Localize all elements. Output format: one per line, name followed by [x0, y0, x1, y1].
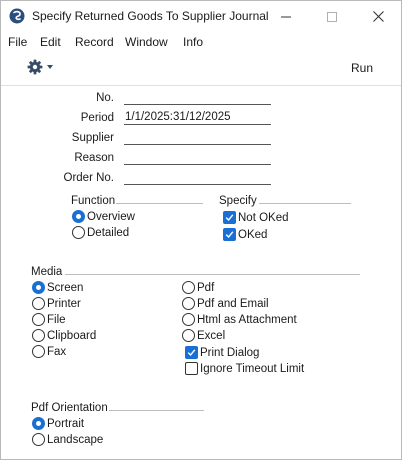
period-label: Period — [80, 112, 114, 124]
toolbar — [1, 54, 401, 84]
period-field[interactable]: 1/1/2025:31/12/2025 — [124, 111, 271, 125]
media-html-attachment-label: Html as Attachment — [197, 314, 297, 326]
orientation-landscape-label: Landscape — [47, 434, 104, 446]
reason-field[interactable] — [124, 151, 271, 165]
media-printer-radio[interactable] — [32, 297, 45, 310]
media-pdf-radio[interactable] — [182, 281, 195, 294]
ignore-timeout-label: Ignore Timeout Limit — [200, 363, 305, 375]
oked-label: OKed — [238, 229, 268, 241]
chevron-down-icon[interactable] — [47, 65, 53, 69]
not-oked-checkbox[interactable] — [223, 211, 236, 224]
function-overview-radio[interactable] — [72, 210, 85, 223]
menu-edit[interactable]: Edit — [40, 35, 61, 49]
media-screen-radio[interactable] — [32, 281, 45, 294]
checkmark-icon — [225, 214, 234, 222]
toolbar-divider — [1, 85, 401, 86]
minimize-icon — [281, 16, 291, 17]
media-fax-label: Fax — [47, 346, 67, 358]
function-detailed-label: Detailed — [87, 227, 130, 239]
menu-info[interactable]: Info — [183, 35, 203, 49]
function-detailed-radio[interactable] — [72, 226, 85, 239]
oked-checkbox[interactable] — [223, 228, 236, 241]
no-field[interactable] — [124, 91, 271, 105]
order-no-label: Order No. — [63, 172, 115, 184]
media-excel-radio[interactable] — [182, 329, 195, 342]
media-file-radio[interactable] — [32, 313, 45, 326]
print-dialog-label: Print Dialog — [200, 347, 260, 359]
menu-record[interactable]: Record — [75, 35, 114, 49]
media-pdf-email-label: Pdf and Email — [197, 298, 269, 310]
minimize-button[interactable] — [263, 1, 309, 32]
pdf-orientation-group-label: Pdf Orientation — [31, 402, 108, 414]
print-dialog-checkbox[interactable] — [185, 346, 198, 359]
menu-bar: File Edit Record Window Info — [1, 33, 401, 53]
media-clipboard-radio[interactable] — [32, 329, 45, 342]
supplier-field[interactable] — [124, 131, 271, 145]
media-group-label: Media — [31, 266, 63, 278]
gear-icon[interactable] — [27, 59, 43, 75]
pdf-orientation-group-divider — [109, 410, 204, 411]
reason-label: Reason — [74, 152, 114, 164]
media-file-label: File — [47, 314, 66, 326]
media-pdf-label: Pdf — [197, 282, 215, 294]
media-screen-label: Screen — [47, 282, 84, 294]
orientation-landscape-radio[interactable] — [32, 433, 45, 446]
media-group-divider — [65, 274, 360, 275]
close-icon — [372, 11, 384, 22]
app-logo-icon — [9, 8, 25, 24]
window-title: Specify Returned Goods To Supplier Journ… — [32, 9, 269, 23]
checkmark-icon — [187, 349, 196, 357]
no-label: No. — [96, 92, 114, 104]
function-overview-label: Overview — [87, 211, 135, 223]
menu-window[interactable]: Window — [125, 35, 168, 49]
order-no-field[interactable] — [124, 171, 271, 185]
not-oked-label: Not OKed — [238, 212, 289, 224]
function-group-label: Function — [71, 195, 116, 207]
run-button[interactable]: Run — [351, 61, 373, 75]
specify-group-label: Specify — [219, 195, 257, 207]
maximize-button[interactable] — [309, 1, 355, 32]
close-button[interactable] — [355, 1, 401, 32]
orientation-portrait-radio[interactable] — [32, 417, 45, 430]
media-html-attachment-radio[interactable] — [182, 313, 195, 326]
dialog-window: Specify Returned Goods To Supplier Journ… — [0, 0, 402, 460]
maximize-icon — [327, 11, 337, 22]
specify-group-divider — [259, 203, 351, 204]
media-fax-radio[interactable] — [32, 345, 45, 358]
ignore-timeout-checkbox[interactable] — [185, 362, 198, 375]
media-excel-label: Excel — [197, 330, 226, 342]
function-group-divider — [116, 203, 203, 204]
orientation-portrait-label: Portrait — [47, 418, 85, 430]
checkmark-icon — [225, 231, 234, 239]
media-printer-label: Printer — [47, 298, 81, 310]
supplier-label: Supplier — [71, 132, 114, 144]
title-bar: Specify Returned Goods To Supplier Journ… — [1, 1, 401, 32]
menu-file[interactable]: File — [8, 35, 27, 49]
media-pdf-email-radio[interactable] — [182, 297, 195, 310]
media-clipboard-label: Clipboard — [47, 330, 97, 342]
